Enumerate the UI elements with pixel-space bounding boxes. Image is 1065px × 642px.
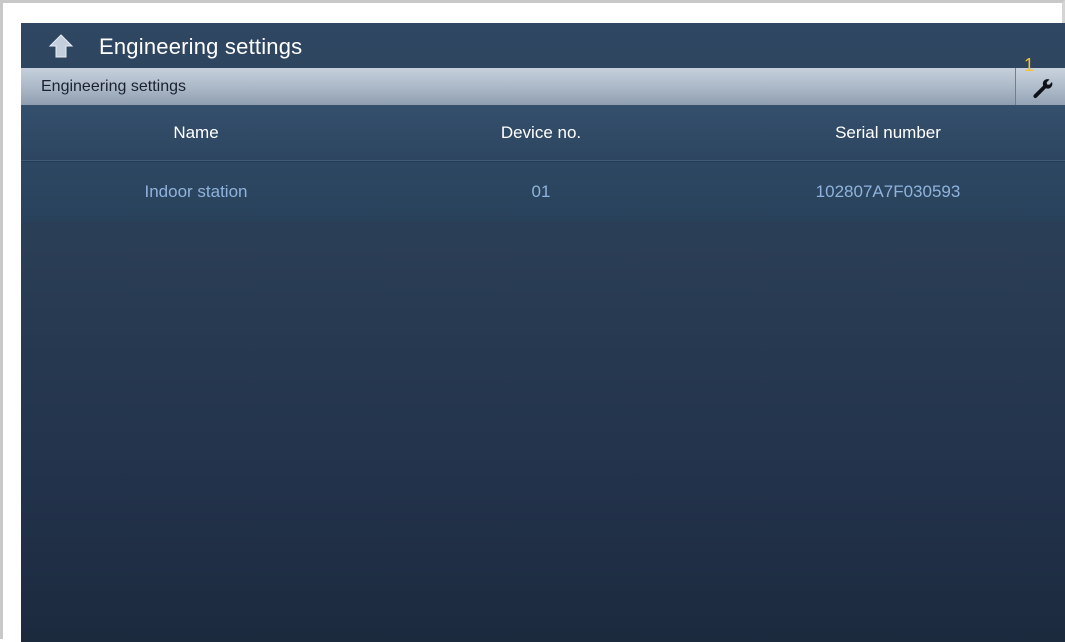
- column-header-name: Name: [173, 122, 219, 142]
- top-bar: Engineering settings: [21, 23, 1065, 68]
- section-label: Engineering settings: [41, 78, 186, 95]
- window-frame: Engineering settings Engineering setting…: [0, 0, 1065, 642]
- cell-device-no: 01: [531, 181, 551, 201]
- table-header: Name Device no. Serial number: [21, 105, 1065, 161]
- cell-serial-number: 102807A7F030593: [815, 181, 961, 201]
- wrench-icon: [1033, 79, 1053, 99]
- page-title: Engineering settings: [99, 34, 303, 59]
- column-header-serial-number: Serial number: [835, 122, 941, 142]
- back-button[interactable]: [45, 32, 77, 60]
- cell-name: Indoor station: [144, 181, 248, 201]
- back-arrow-icon: [48, 34, 74, 58]
- column-header-device-no: Device no.: [500, 122, 582, 142]
- tools-button[interactable]: [1015, 68, 1065, 105]
- app-screen: Engineering settings Engineering setting…: [21, 23, 1065, 642]
- notification-badge: 1: [1024, 55, 1035, 75]
- table-row[interactable]: Indoor station 01 102807A7F030593: [21, 161, 1065, 221]
- section-bar: Engineering settings: [21, 68, 1015, 105]
